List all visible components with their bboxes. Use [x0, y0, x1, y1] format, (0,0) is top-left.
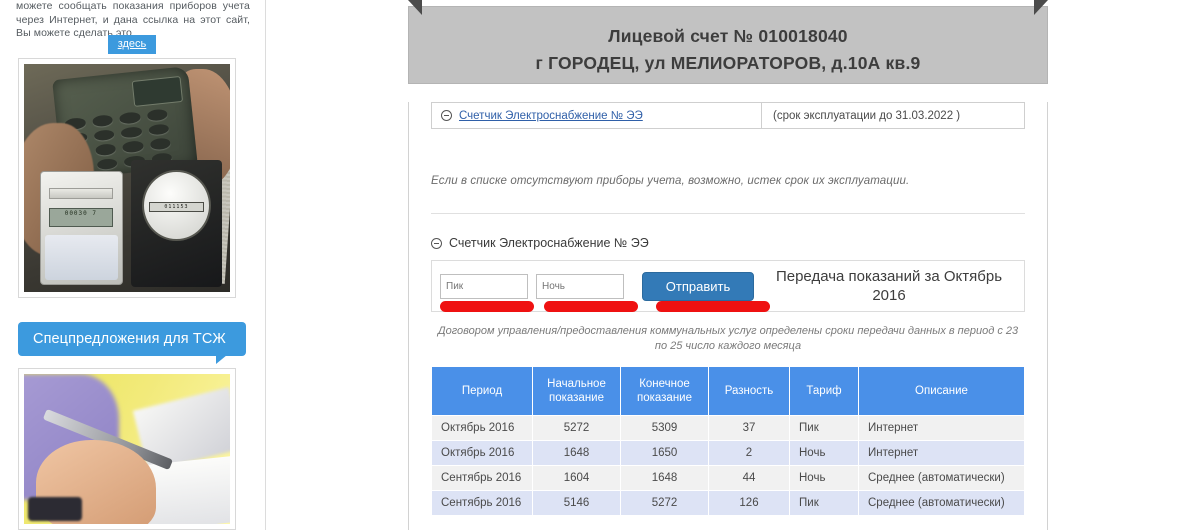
black-meter-dial: 011153: [142, 169, 211, 242]
sleeve-cuff: [28, 497, 82, 521]
banner-tail: [216, 355, 227, 364]
left-sidebar: можете сообщать показания приборов учета…: [0, 0, 266, 530]
table-row: Октябрь 2016 5272 5309 37 Пик Интернет: [432, 416, 1024, 440]
device-name-link[interactable]: Счетчик Электроснабжение № ЭЭ: [459, 110, 643, 122]
th-description: Описание: [859, 367, 1024, 415]
table-row: Сентябрь 2016 1604 1648 44 Ночь Среднее …: [432, 466, 1024, 490]
white-meter-display: 00030 7: [48, 208, 114, 228]
th-end: Конечное показание: [621, 367, 708, 415]
night-reading-input[interactable]: [536, 273, 624, 299]
fold-corner-left-icon: [408, 0, 422, 15]
peak-reading-input[interactable]: [440, 273, 528, 299]
black-meter: 011153: [131, 159, 222, 288]
fold-corner-right-icon: [1034, 0, 1048, 15]
cell-tariff: Ночь: [790, 466, 858, 490]
white-meter-cover: [45, 234, 118, 280]
white-meter-label: [48, 187, 114, 200]
contract-terms-note: Договором управления/предоставления комм…: [437, 325, 1019, 352]
cell-period: Октябрь 2016: [432, 416, 532, 440]
meter-collapse-circle-icon[interactable]: [431, 237, 442, 249]
white-meter: 00030 7: [40, 171, 123, 286]
cell-end: 1650: [621, 441, 708, 465]
cell-tariff: Пик: [790, 491, 858, 515]
account-address: г ГОРОДЕЦ, ул МЕЛИОРАТОРОВ, д.10А кв.9: [535, 53, 921, 73]
cell-description: Среднее (автоматически): [859, 491, 1024, 515]
main-panel: Лицевой счет № 010018040 г ГОРОДЕЦ, ул М…: [398, 0, 1058, 530]
section-divider: [431, 213, 1025, 214]
th-period: Период: [432, 367, 532, 415]
transfer-period-label: Передача показаний за Октябрь 2016: [775, 268, 1003, 304]
page-root: можете сообщать показания приборов учета…: [0, 0, 1200, 530]
person-writing-photo: [24, 374, 230, 524]
cell-description: Интернет: [859, 416, 1024, 440]
device-list-row: Счетчик Электроснабжение № ЭЭ (срок эксп…: [431, 102, 1025, 129]
cell-start: 5272: [533, 416, 620, 440]
table-header-row: Период Начальное показание Конечное пока…: [432, 367, 1024, 415]
electricity-meters-photo: 00030 7 011153: [24, 64, 230, 292]
tsj-offers-label: Спецпредложения для ТСЖ: [33, 331, 226, 347]
annotation-mark-peak-input: [440, 301, 534, 312]
readings-history-table: Период Начальное показание Конечное пока…: [431, 366, 1025, 516]
cell-description: Среднее (автоматически): [859, 466, 1024, 490]
cell-diff: 44: [709, 466, 789, 490]
cell-period: Сентябрь 2016: [432, 466, 532, 490]
collapse-circle-icon[interactable]: [441, 110, 452, 121]
annotation-mark-night-input: [544, 301, 638, 312]
submit-readings-button[interactable]: Отправить: [642, 271, 754, 301]
cell-description: Интернет: [859, 441, 1024, 465]
cell-end: 1648: [621, 466, 708, 490]
table-row: Октябрь 2016 1648 1650 2 Ночь Интернет: [432, 441, 1024, 465]
meters-photo-card: 00030 7 011153: [18, 58, 236, 298]
th-difference: Разность: [709, 367, 789, 415]
th-tariff: Тариф: [790, 367, 858, 415]
meter-section-title-row: Счетчик Электроснабжение № ЭЭ: [431, 236, 1025, 250]
cell-end: 5309: [621, 416, 708, 440]
cell-tariff: Ночь: [790, 441, 858, 465]
here-link-button[interactable]: здесь: [108, 35, 156, 54]
account-number: Лицевой счет № 010018040: [608, 26, 848, 46]
cell-end: 5272: [621, 491, 708, 515]
calculator-screen: [131, 76, 183, 108]
cell-period: Октябрь 2016: [432, 441, 532, 465]
cell-tariff: Пик: [790, 416, 858, 440]
cell-start: 1604: [533, 466, 620, 490]
th-start: Начальное показание: [533, 367, 620, 415]
table-row: Сентябрь 2016 5146 5272 126 Пик Среднее …: [432, 491, 1024, 515]
annotation-mark-submit-button: [656, 301, 770, 312]
cell-diff: 37: [709, 416, 789, 440]
device-term-cell: (срок эксплуатации до 31.03.2022 ): [773, 109, 961, 122]
missing-devices-hint: Если в списке отсутствуют приборы учета,…: [431, 175, 910, 187]
device-name-cell: Счетчик Электроснабжение № ЭЭ: [432, 103, 762, 128]
account-header: Лицевой счет № 010018040 г ГОРОДЕЦ, ул М…: [408, 0, 1048, 84]
cell-diff: 126: [709, 491, 789, 515]
cell-diff: 2: [709, 441, 789, 465]
writing-photo-card: [18, 368, 236, 530]
black-meter-register: 011153: [149, 201, 204, 213]
cell-start: 1648: [533, 441, 620, 465]
readings-submit-box: Отправить Передача показаний за Октябрь …: [431, 260, 1025, 312]
cell-start: 5146: [533, 491, 620, 515]
cell-period: Сентябрь 2016: [432, 491, 532, 515]
meter-section-title: Счетчик Электроснабжение № ЭЭ: [449, 236, 649, 250]
panel-body: Счетчик Электроснабжение № ЭЭ (срок эксп…: [408, 102, 1048, 530]
tsj-offers-banner[interactable]: Спецпредложения для ТСЖ: [18, 322, 246, 356]
